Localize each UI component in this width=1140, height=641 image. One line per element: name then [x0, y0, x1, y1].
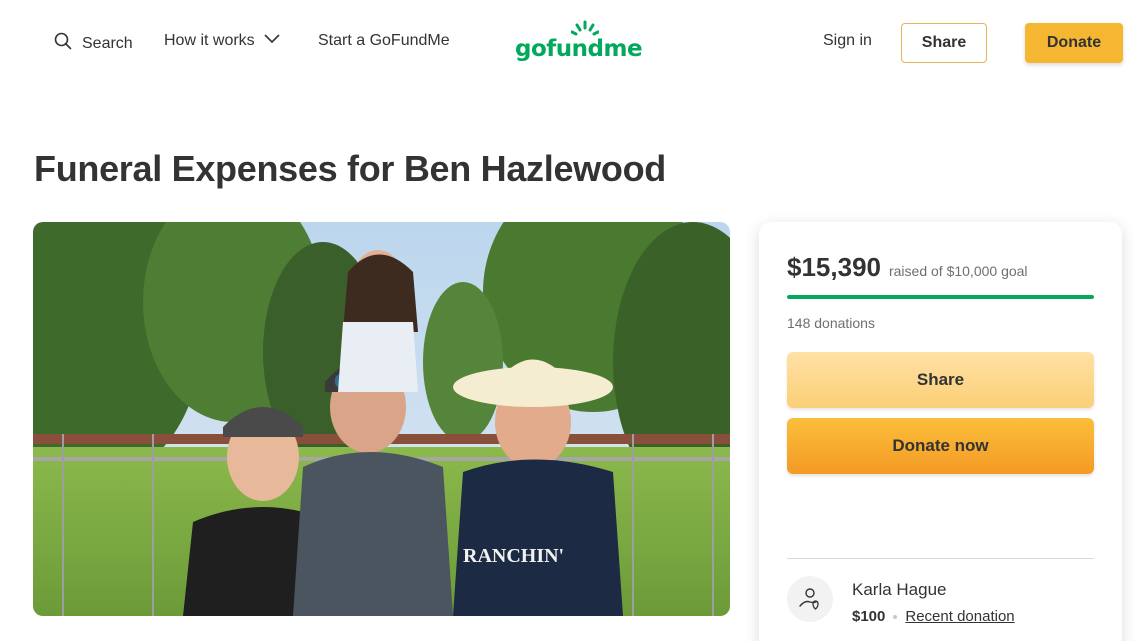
search-label: Search [82, 34, 133, 52]
donation-card: $15,390 raised of $10,000 goal 148 donat… [759, 222, 1122, 641]
heart-hand-icon [799, 588, 819, 610]
raised-amount: $15,390 [787, 252, 881, 282]
donor-amount: $100 [852, 608, 886, 625]
share-button[interactable]: Share [787, 352, 1094, 408]
how-it-works-menu[interactable]: How it works [164, 32, 281, 50]
donor-name: Karla Hague [852, 580, 947, 599]
donor-avatar [787, 576, 833, 622]
donor-meta: $100 Recent donation [852, 608, 1015, 625]
search-link[interactable]: Search [54, 32, 133, 55]
chevron-down-icon [263, 32, 281, 50]
progress-bar [787, 295, 1094, 299]
donate-now-button[interactable]: Donate now [787, 418, 1094, 474]
how-it-works-label: How it works [164, 32, 255, 49]
recent-donation-link[interactable]: Recent donation [905, 608, 1014, 625]
start-gofundme-link[interactable]: Start a GoFundMe [318, 32, 450, 50]
raised-goal-text: raised of $10,000 goal [888, 263, 1028, 279]
progress-fill [787, 295, 1094, 299]
page-title: Funeral Expenses for Ben Hazlewood [34, 148, 666, 189]
campaign-photo[interactable]: RANCHIN' [33, 222, 730, 616]
top-nav: Search How it works Start a GoFundMe gof… [0, 0, 1140, 88]
gofundme-logo[interactable]: gofundme [515, 18, 645, 66]
svg-text:RANCHIN': RANCHIN' [463, 545, 564, 567]
sign-in-link[interactable]: Sign in [823, 32, 872, 50]
raised-summary: $15,390 raised of $10,000 goal [787, 252, 1028, 283]
divider [787, 558, 1094, 559]
logo-text: gofundme [515, 36, 643, 62]
donations-count: 148 donations [787, 315, 875, 331]
donate-button-header[interactable]: Donate [1025, 23, 1123, 63]
separator-dot [893, 614, 898, 619]
search-icon [54, 32, 72, 55]
share-button-header[interactable]: Share [901, 23, 987, 63]
